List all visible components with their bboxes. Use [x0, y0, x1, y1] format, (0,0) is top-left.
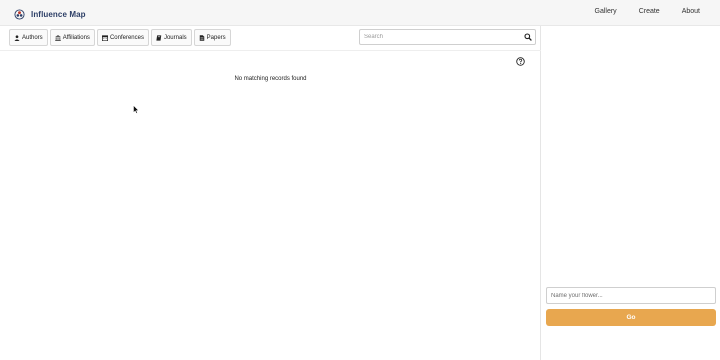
go-button[interactable]: Go — [546, 309, 716, 326]
filter-conferences-label: Conferences — [109, 34, 144, 41]
filter-papers-label: Papers — [206, 34, 226, 41]
filter-journals-label: Journals — [163, 34, 187, 41]
toolbar-divider — [0, 50, 541, 51]
search-results-pane: Authors Affiliations Conferences Journal… — [0, 26, 541, 360]
mouse-cursor-icon — [133, 105, 139, 114]
flower-logo-icon — [14, 8, 25, 20]
search-icon[interactable] — [524, 33, 532, 41]
top-navbar: Influence Map Gallery Create About — [0, 0, 720, 26]
entity-filter-bar: Authors Affiliations Conferences Journal… — [9, 29, 231, 46]
filter-affiliations-button[interactable]: Affiliations — [49, 29, 95, 46]
nav-gallery[interactable]: Gallery — [595, 8, 617, 15]
filter-affiliations-label: Affiliations — [62, 34, 90, 41]
nav-create[interactable]: Create — [639, 8, 660, 15]
nav-links: Gallery Create About — [595, 8, 701, 15]
calendar-icon — [101, 34, 108, 41]
search-input[interactable] — [360, 30, 520, 44]
filter-authors-button[interactable]: Authors — [9, 29, 48, 46]
document-icon — [199, 34, 204, 41]
filter-conferences-button[interactable]: Conferences — [96, 29, 149, 46]
filter-journals-button[interactable]: Journals — [150, 29, 192, 46]
help-icon[interactable] — [516, 57, 525, 66]
brand-title: Influence Map — [31, 9, 86, 19]
filter-authors-label: Authors — [22, 34, 43, 41]
nav-about[interactable]: About — [682, 8, 700, 15]
brand-link[interactable]: Influence Map — [14, 6, 86, 22]
user-icon — [14, 34, 20, 41]
empty-results-message: No matching records found — [234, 76, 307, 82]
book-icon — [156, 34, 162, 41]
flower-panel: Go — [542, 26, 720, 360]
institution-icon — [54, 34, 61, 41]
flower-name-input[interactable] — [546, 287, 716, 304]
search-box — [359, 29, 536, 45]
filter-papers-button[interactable]: Papers — [193, 29, 231, 46]
